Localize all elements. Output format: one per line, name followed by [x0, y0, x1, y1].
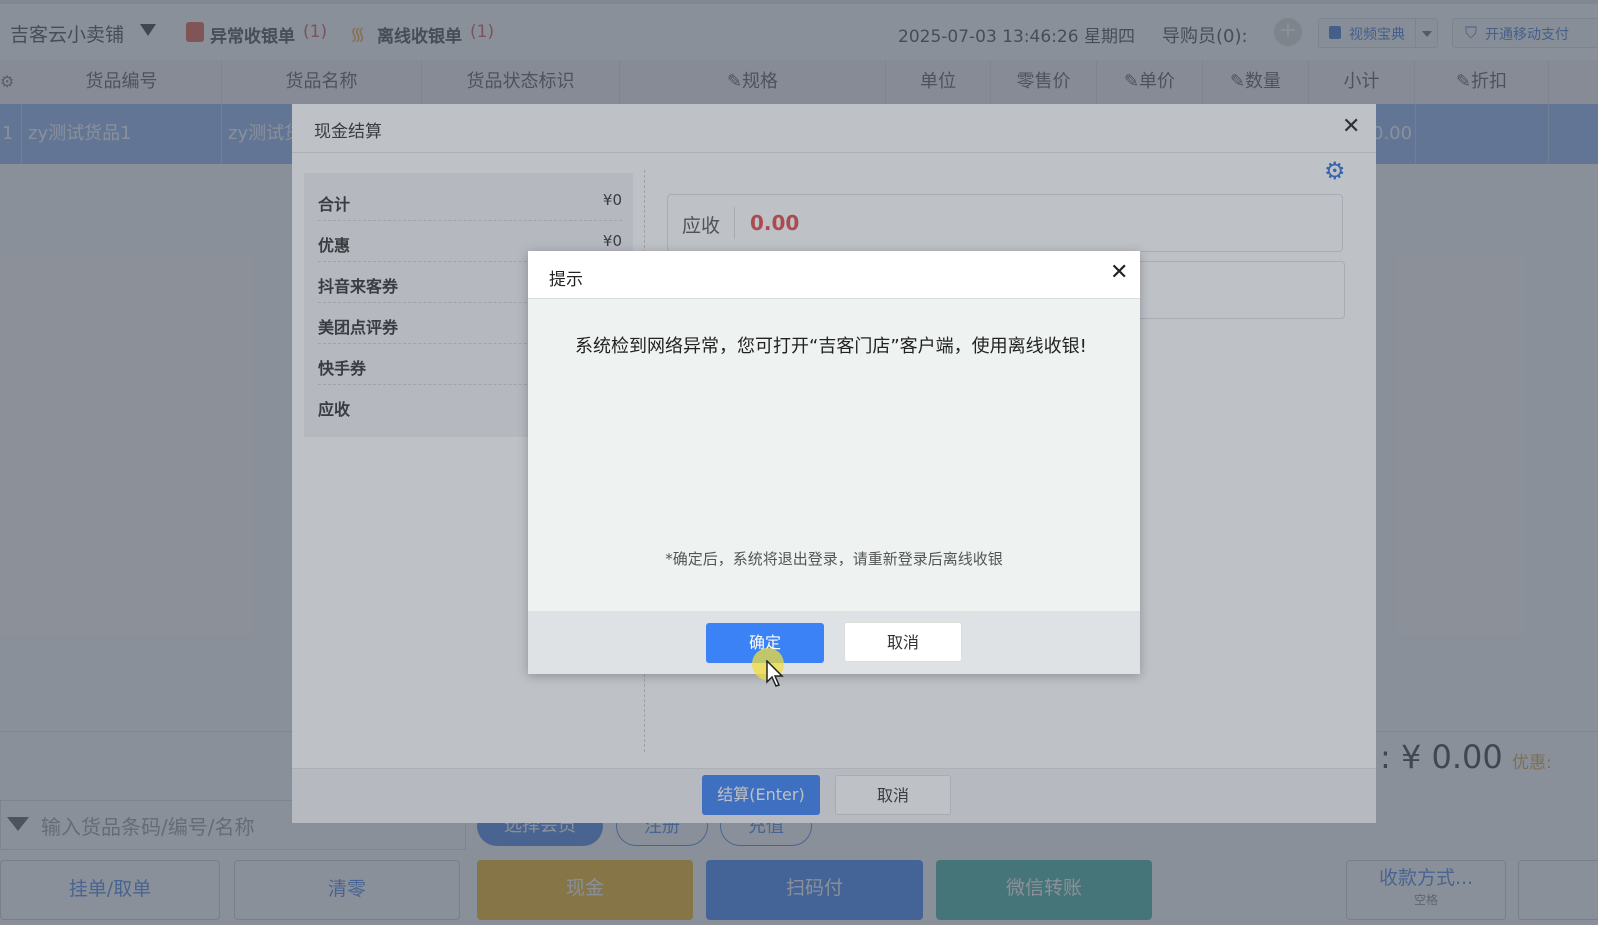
dialog-note: *确定后，系统将退出登录，请重新登录后离线收银 — [665, 550, 1003, 568]
dialog-header: 提示 ✕ — [528, 251, 1140, 299]
dialog-cancel-button[interactable]: 取消 — [844, 622, 962, 662]
dialog-title: 提示 — [549, 270, 583, 290]
dialog-message: 系统检到网络异常，您可打开“吉客门店”客户端，使用离线收银! — [575, 336, 1087, 357]
dialog-footer — [528, 611, 1140, 674]
mouse-cursor-icon — [766, 660, 784, 687]
close-icon[interactable]: ✕ — [1110, 260, 1128, 285]
network-error-dialog: 提示 ✕ 系统检到网络异常，您可打开“吉客门店”客户端，使用离线收银! *确定后… — [528, 251, 1140, 674]
